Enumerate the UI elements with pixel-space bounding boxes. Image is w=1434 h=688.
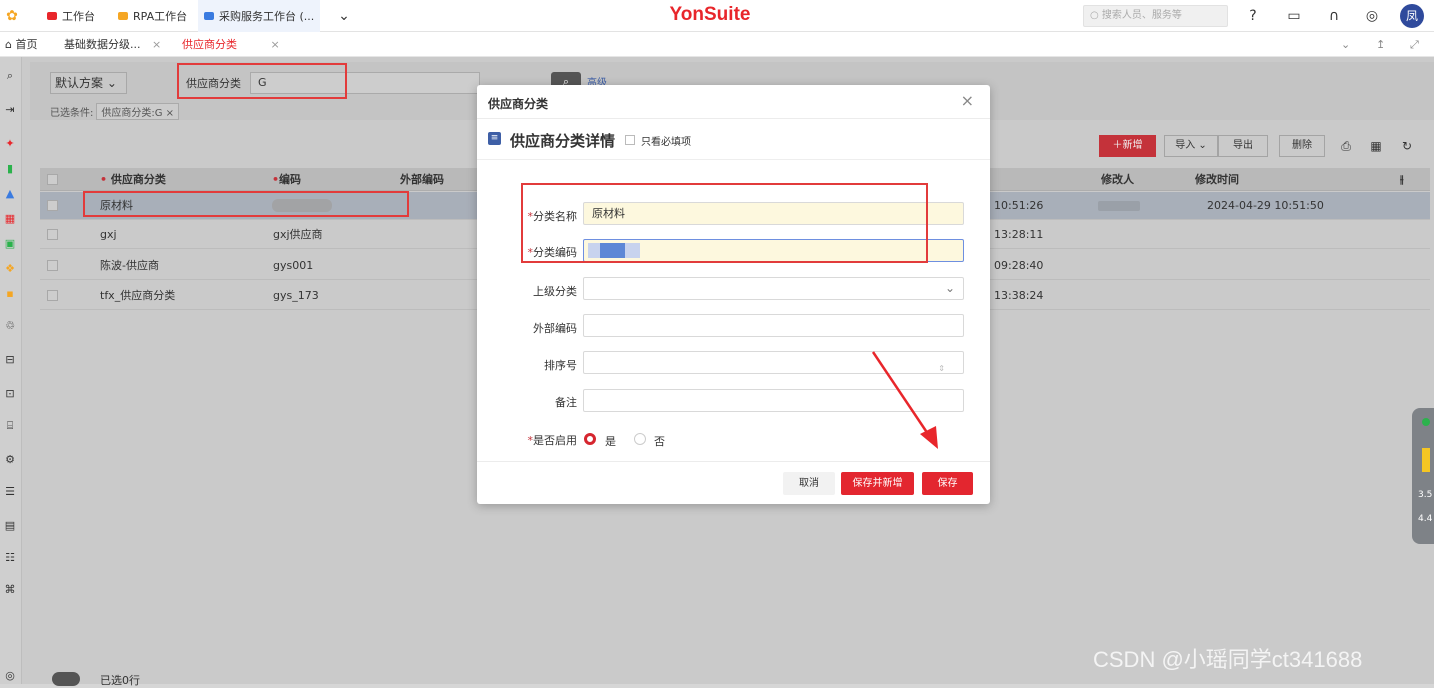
arrow-head (920, 426, 938, 449)
watermark: CSDN @小瑶同学ct341688 (1093, 647, 1363, 672)
arrow-shaft (871, 351, 932, 438)
annotation-arrow (871, 351, 938, 449)
